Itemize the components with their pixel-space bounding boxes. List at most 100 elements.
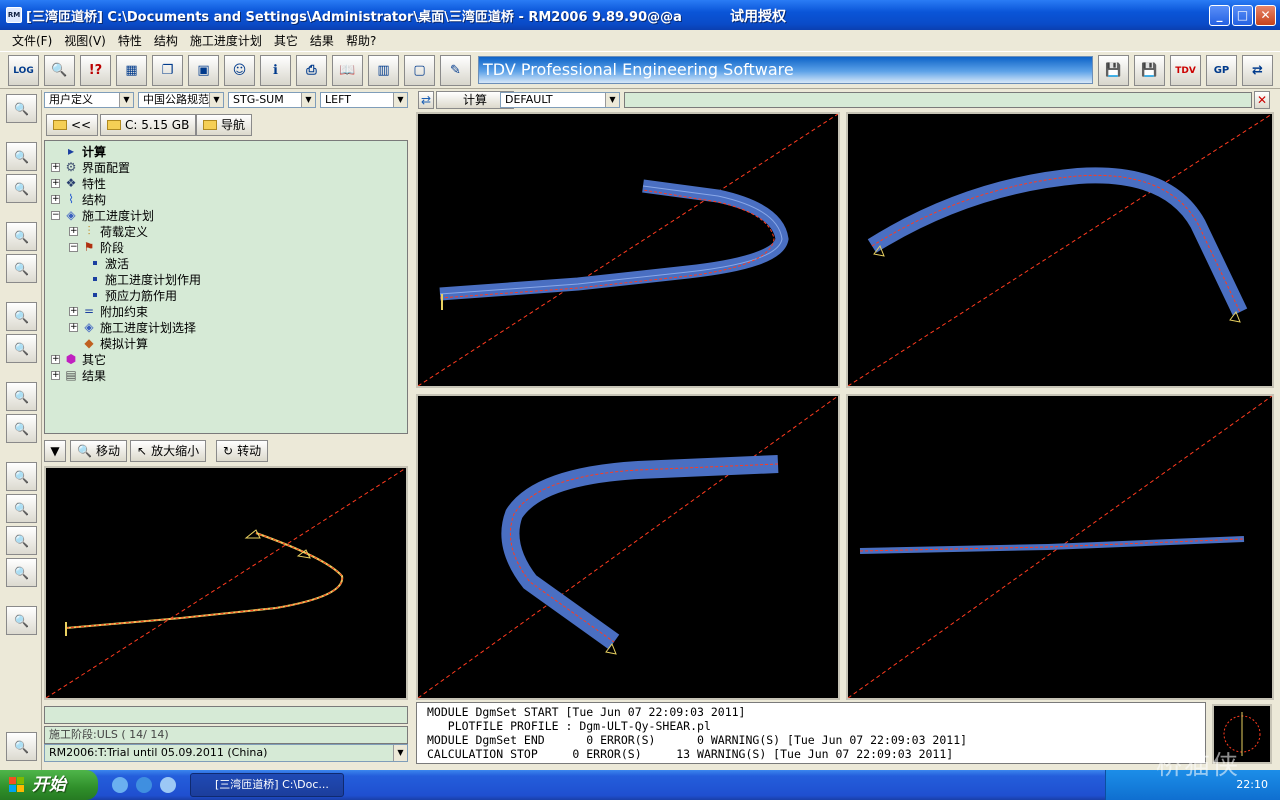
menu-structure[interactable]: 结构 [148, 32, 184, 49]
gp-button[interactable]: GP [1206, 55, 1237, 86]
tree-item[interactable]: − ⚑ 阶段 [69, 239, 124, 255]
pan-right-icon: 🔍 [14, 341, 29, 356]
start-button[interactable]: 开始 [0, 770, 98, 800]
menu-other[interactable]: 其它 [268, 32, 304, 49]
tree-item[interactable]: ▸ 计算 [51, 143, 106, 159]
pan-left-button[interactable]: 🔍 [6, 302, 37, 331]
zoom-button[interactable]: ↖ 放大缩小 [130, 440, 207, 462]
tree-item[interactable]: ◆ 模拟计算 [69, 335, 148, 351]
edit-button[interactable]: ✎ [440, 55, 471, 86]
crt-button[interactable]: ▣ [188, 55, 219, 86]
zoom-percent-button[interactable]: 🔍 [6, 606, 37, 635]
expand-toggle-icon[interactable]: − [69, 242, 78, 252]
window-button[interactable]: ▢ [404, 55, 435, 86]
viewport-bottom-left[interactable] [416, 394, 840, 700]
quicklaunch-app-icon[interactable] [160, 777, 176, 793]
copy-button[interactable]: ❐ [152, 55, 183, 86]
tree-item[interactable]: + ❖ 特性 [51, 175, 106, 191]
pan-down-button[interactable]: 🔍 [6, 254, 37, 283]
user-definition-select[interactable]: 用户定义 ▼ [44, 92, 134, 108]
maximize-button[interactable]: □ [1232, 5, 1253, 26]
viewport-top-right[interactable] [846, 112, 1274, 388]
view-menu-button[interactable]: ▼ [44, 440, 66, 462]
expand-toggle-icon[interactable]: + [51, 162, 60, 172]
rotate-button[interactable]: ↻ 转动 [216, 440, 269, 462]
pan-right-button[interactable]: 🔍 [6, 334, 37, 363]
calc-default-select[interactable]: DEFAULT ▼ [500, 92, 620, 108]
expand-toggle-icon[interactable]: + [51, 178, 60, 188]
menu-view[interactable]: 视图(V) [58, 32, 112, 49]
user-button[interactable]: ☺ [224, 55, 255, 86]
zoom-in-button[interactable]: 🔍 [6, 142, 37, 171]
move-button[interactable]: 🔍 移动 [70, 440, 127, 462]
tree-item[interactable]: − ◈ 施工进度计划 [51, 207, 154, 223]
side-select[interactable]: LEFT ▼ [320, 92, 408, 108]
save-back-button[interactable]: 💾 [1098, 55, 1129, 86]
expand-toggle-icon[interactable]: + [69, 306, 78, 316]
tree-item[interactable]: 预应力筋作用 [89, 287, 177, 303]
rotate-cw-button[interactable]: 🔍 [6, 494, 37, 523]
quicklaunch-desktop-icon[interactable] [112, 777, 128, 793]
spin-right-button[interactable]: 🔍 [6, 558, 37, 587]
tree-node-icon: ⬢ [65, 352, 77, 366]
viewport-bottom-right[interactable] [846, 394, 1274, 700]
progress-field [44, 706, 408, 724]
viewport-top-left[interactable] [416, 112, 840, 388]
close-button[interactable]: ✕ [1255, 5, 1276, 26]
menu-construction-schedule[interactable]: 施工进度计划 [184, 32, 268, 49]
rotate-y-button[interactable]: 🔍 [6, 414, 37, 443]
menu-properties[interactable]: 特性 [112, 32, 148, 49]
search-button[interactable]: 🔍 [44, 55, 75, 86]
tree-item[interactable]: + ⫶ 荷载定义 [69, 223, 148, 239]
refresh-button[interactable]: ⇄ [418, 91, 434, 109]
tdv-button[interactable]: TDV [1170, 55, 1201, 86]
expand-toggle-icon[interactable]: + [69, 322, 78, 332]
tree-item[interactable]: + ◈ 施工进度计划选择 [69, 319, 196, 335]
license-select[interactable]: RM2006:T:Trial until 05.09.2011 (China) ▼ [44, 744, 408, 762]
tree-item[interactable]: 施工进度计划作用 [89, 271, 201, 287]
nav-button[interactable]: 导航 [196, 114, 253, 136]
app-icon[interactable]: RM [6, 7, 22, 23]
tree-item[interactable]: + ▤ 结果 [51, 367, 106, 383]
back-button[interactable]: << [46, 114, 99, 136]
clear-button[interactable]: ✕ [1254, 91, 1270, 109]
info-button[interactable]: ℹ [260, 55, 291, 86]
expand-toggle-icon[interactable]: − [51, 210, 60, 220]
tree-item[interactable]: + ⚙ 界面配置 [51, 159, 130, 175]
zoom-out-button[interactable]: 🔍 [6, 174, 37, 203]
menu-help[interactable]: 帮助? [340, 32, 382, 49]
pan-up-button[interactable]: 🔍 [6, 222, 37, 251]
quicklaunch-ie-icon[interactable] [136, 777, 152, 793]
help-button[interactable]: !? [80, 55, 111, 86]
taskbar-item[interactable]: [三湾匝道桥] C:\Doc... [190, 773, 344, 797]
menu-file[interactable]: 文件(F) [6, 32, 58, 49]
zoom-all-button[interactable]: 🔍 [6, 732, 37, 761]
log-button[interactable]: LOG [8, 55, 39, 86]
overview-viewport[interactable] [44, 466, 408, 700]
save-forward-button[interactable]: 💾 [1134, 55, 1165, 86]
expand-toggle-icon[interactable]: + [51, 354, 60, 364]
rotate-x-button[interactable]: 🔍 [6, 382, 37, 411]
print-button[interactable]: ⎙ [296, 55, 327, 86]
stage-select[interactable]: STG-SUM ▼ [228, 92, 316, 108]
close-icon: ✕ [1256, 93, 1268, 107]
book-button[interactable]: 📖 [332, 55, 363, 86]
menu-results[interactable]: 结果 [304, 32, 340, 49]
spin-left-button[interactable]: 🔍 [6, 526, 37, 555]
library-button[interactable]: ▥ [368, 55, 399, 86]
tree-item[interactable]: + ⬢ 其它 [51, 351, 106, 367]
tree-item[interactable]: + = 附加约束 [69, 303, 148, 319]
rotate-ccw-button[interactable]: 🔍 [6, 462, 37, 491]
minimize-button[interactable]: _ [1209, 5, 1230, 26]
swap-button[interactable]: ⇄ [1242, 55, 1273, 86]
calculator-button[interactable]: ▦ [116, 55, 147, 86]
code-select[interactable]: 中国公路规范 ▼ [138, 92, 224, 108]
title-bar[interactable]: RM [三湾匝道桥] C:\Documents and Settings\Adm… [0, 0, 1280, 30]
expand-toggle-icon[interactable]: + [69, 226, 78, 236]
drive-button[interactable]: C: 5.15 GB [100, 114, 197, 136]
expand-toggle-icon[interactable]: + [51, 370, 60, 380]
zoom-window-button[interactable]: 🔍 [6, 94, 37, 123]
tree-item[interactable]: 激活 [89, 255, 129, 271]
tree-item[interactable]: + ⌇ 结构 [51, 191, 106, 207]
expand-toggle-icon[interactable]: + [51, 194, 60, 204]
